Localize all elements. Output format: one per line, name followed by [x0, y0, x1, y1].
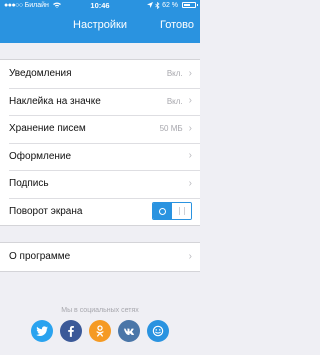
- status-bar: ●●●○○ Билайн 10:46 62 %: [0, 0, 200, 12]
- battery-percent: 62 %: [162, 2, 179, 9]
- settings-item-label: Поворот экрана: [9, 205, 83, 217]
- settings-list: Уведомления Вкл. › Наклейка на значке Вк…: [0, 59, 200, 226]
- settings-item-value: 50 МБ: [159, 124, 183, 134]
- chevron-right-icon: ›: [188, 67, 192, 79]
- chevron-right-icon: ›: [188, 150, 192, 162]
- done-button[interactable]: Готово: [160, 19, 194, 31]
- settings-item-signature[interactable]: Подпись ›: [0, 170, 200, 198]
- chevron-right-icon: ›: [188, 122, 192, 134]
- settings-item-appearance[interactable]: Оформление ›: [0, 142, 200, 171]
- chevron-right-icon: ›: [188, 95, 192, 107]
- toggle-off-indicator: [172, 203, 191, 220]
- odnoklassniki-icon[interactable]: [89, 320, 111, 342]
- vk-icon[interactable]: [118, 320, 140, 342]
- settings-item-value: Вкл.: [166, 96, 183, 106]
- header: ●●●○○ Билайн 10:46 62 % Настройки Готово: [0, 0, 200, 43]
- rotation-toggle[interactable]: [152, 202, 192, 221]
- settings-item-label: Хранение писем: [9, 123, 86, 135]
- settings-item-about[interactable]: О программе ›: [0, 243, 200, 271]
- chevron-right-icon: ›: [188, 177, 192, 189]
- status-right: 62 %: [147, 0, 198, 12]
- settings-item-rotation: Поворот экрана: [0, 197, 200, 226]
- battery-icon: [182, 2, 198, 9]
- chevron-right-icon: ›: [188, 250, 192, 262]
- settings-item-label: Подпись: [9, 178, 49, 190]
- toggle-on-indicator: [153, 203, 172, 220]
- settings-item-storage[interactable]: Хранение писем 50 МБ ›: [0, 115, 200, 143]
- location-icon: [147, 2, 155, 9]
- settings-item-label: Уведомления: [9, 68, 72, 80]
- settings-item-notifications[interactable]: Уведомления Вкл. ›: [0, 60, 200, 88]
- about-group: О программе ›: [0, 242, 200, 272]
- settings-item-badge[interactable]: Наклейка на значке Вкл. ›: [0, 87, 200, 116]
- settings-item-value: Вкл.: [166, 69, 183, 79]
- facebook-icon[interactable]: [60, 320, 82, 342]
- social-icons: [0, 320, 200, 342]
- settings-item-label: Оформление: [9, 150, 72, 162]
- twitter-icon[interactable]: [31, 320, 53, 342]
- social-caption: Мы в социальных сетях: [61, 307, 139, 314]
- settings-item-label: Наклейка на значке: [9, 95, 101, 107]
- settings-item-label: О программе: [9, 251, 71, 263]
- smiley-icon[interactable]: [147, 320, 169, 342]
